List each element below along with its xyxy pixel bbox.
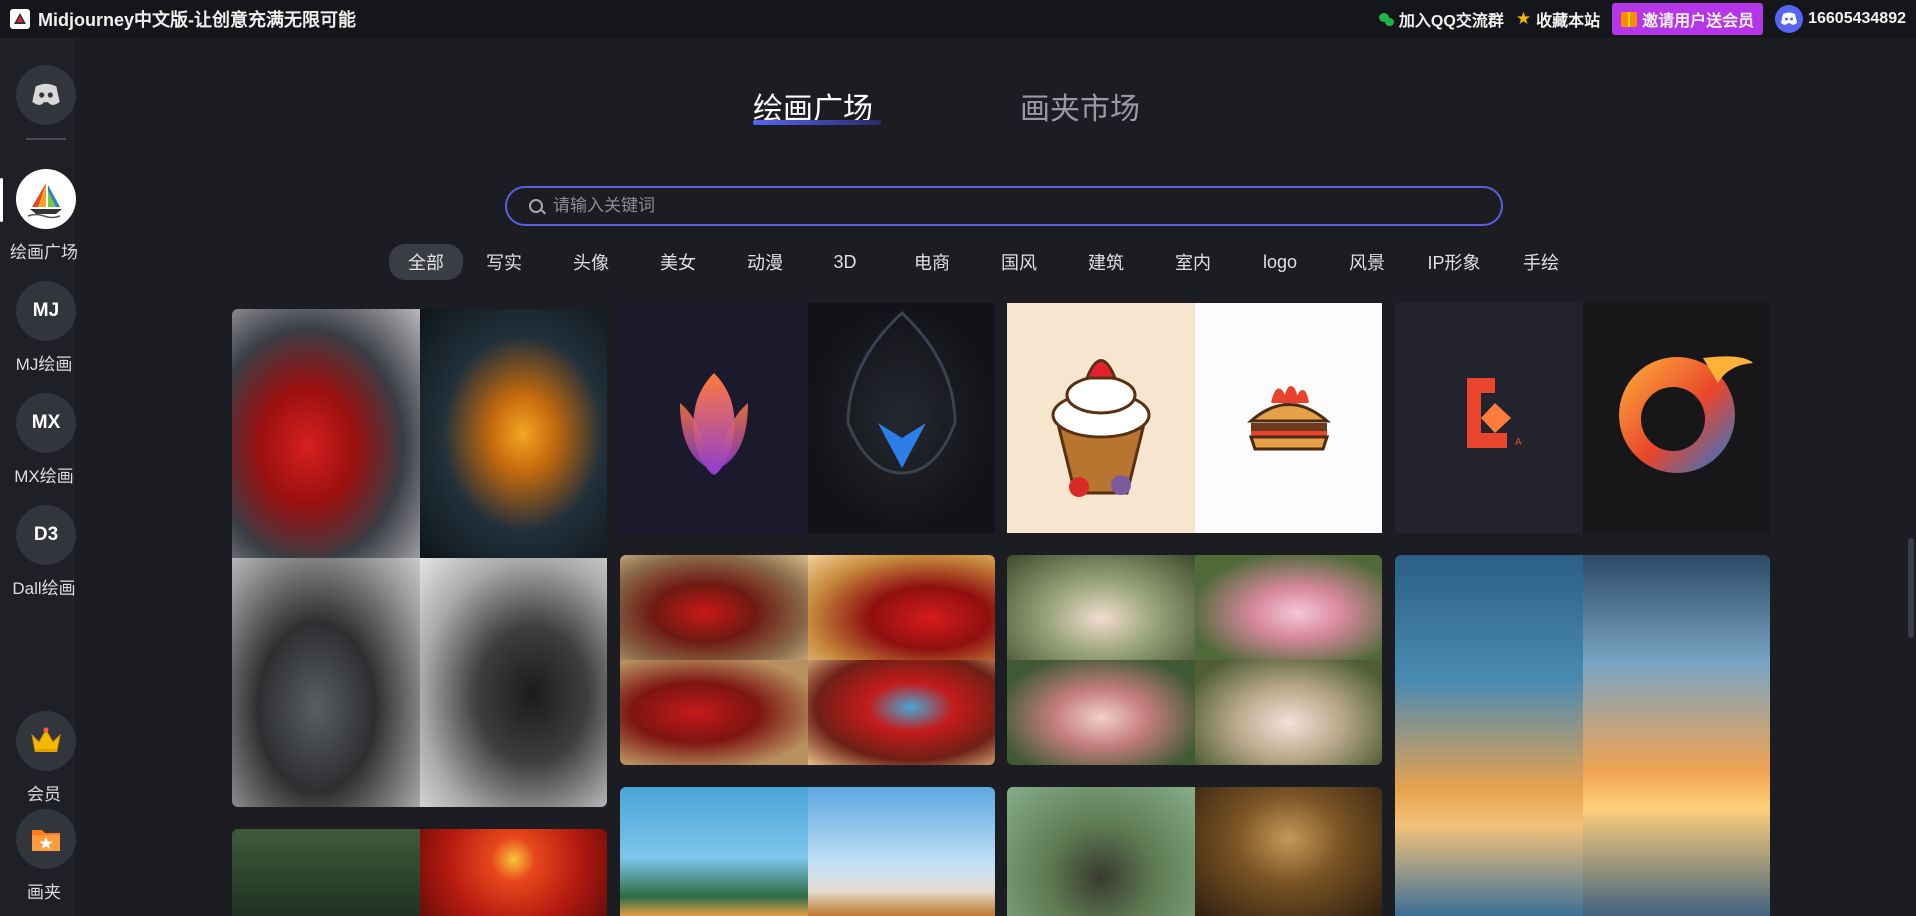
- crown-icon: [31, 727, 61, 752]
- invite-button[interactable]: 邀请用户送会员: [1612, 3, 1764, 35]
- qq-group-link[interactable]: 加入QQ交流群: [1378, 7, 1504, 31]
- gallery-card[interactable]: [1007, 555, 1382, 765]
- red-car-street-image: [808, 660, 995, 765]
- gallery-card[interactable]: [620, 787, 995, 916]
- pink-dress-image: [1195, 555, 1382, 660]
- red-car-street-image: [620, 555, 808, 660]
- star-icon: ★: [1515, 9, 1532, 28]
- burger-logo-image: [1195, 303, 1382, 533]
- sunset-image: [420, 829, 607, 916]
- sidebar-item-mj-label: MJ绘画: [15, 355, 73, 374]
- temple-ceiling-image: [1195, 787, 1382, 916]
- sidebar-item-folder[interactable]: [16, 809, 76, 869]
- sidebar-item-mj[interactable]: MJ: [16, 281, 76, 341]
- category-avatar[interactable]: 头像: [563, 244, 619, 280]
- category-anime[interactable]: 动漫: [737, 244, 793, 280]
- user-id: 16605434892: [1808, 10, 1906, 27]
- category-scenery[interactable]: 风景: [1339, 244, 1395, 280]
- orange-car-image: [420, 309, 607, 558]
- invite-label: 邀请用户送会员: [1642, 13, 1755, 30]
- category-ip[interactable]: IP形象: [1418, 244, 1490, 280]
- app-logo-icon: [10, 9, 30, 29]
- category-guofeng[interactable]: 国风: [991, 244, 1047, 280]
- top-bar: Midjourney中文版-让创意充满无限可能 加入QQ交流群 ★ 收藏本站 邀…: [0, 0, 1916, 38]
- gallery-card[interactable]: [232, 309, 607, 807]
- mj-icon: MJ: [32, 300, 60, 321]
- swirl-logo-image: [1583, 303, 1770, 533]
- pink-dress-image: [1007, 555, 1195, 660]
- scrollbar[interactable]: [1908, 538, 1914, 638]
- svg-text:A: A: [1515, 437, 1522, 448]
- category-architecture[interactable]: 建筑: [1078, 244, 1134, 280]
- red-car-image: [232, 309, 420, 558]
- red-car-street-image: [620, 660, 808, 765]
- gallery-card[interactable]: [1007, 303, 1382, 533]
- category-ecommerce[interactable]: 电商: [904, 244, 960, 280]
- sidebar: 绘画广场 MJ MJ绘画 MX MX绘画 D3 Dall绘画 会员 画夹: [0, 38, 78, 916]
- red-car-street-image: [808, 555, 995, 660]
- sidebar-item-plaza[interactable]: [16, 169, 76, 229]
- bookmark-label: 收藏本站: [1536, 13, 1601, 30]
- silver-car-image: [232, 558, 420, 807]
- category-logo[interactable]: logo: [1252, 247, 1308, 278]
- wechat-icon: [1378, 12, 1394, 26]
- sailboat-logo-icon: [27, 183, 62, 219]
- category-handdrawn[interactable]: 手绘: [1513, 244, 1569, 280]
- category-all[interactable]: 全部: [389, 244, 463, 280]
- wing-logo-image: [808, 303, 995, 533]
- gallery-card[interactable]: [1007, 787, 1382, 916]
- sidebar-item-dall-label: Dall绘画: [12, 579, 76, 598]
- category-beauty[interactable]: 美女: [650, 244, 706, 280]
- jungle-temple-image: [1007, 787, 1195, 916]
- gallery-card[interactable]: A: [1395, 303, 1770, 533]
- modern-building-image: [808, 787, 995, 916]
- category-realistic[interactable]: 写实: [476, 244, 532, 280]
- black-car-image: [420, 558, 607, 807]
- search-bar[interactable]: [505, 186, 1503, 226]
- cupcake-logo-image: [1007, 303, 1195, 533]
- sidebar-divider: [26, 138, 66, 140]
- lake-image: [232, 829, 420, 916]
- bookmark-link[interactable]: ★ 收藏本站: [1516, 7, 1600, 31]
- pink-dress-image: [1007, 660, 1195, 765]
- tab-market[interactable]: 画夹市场: [1020, 84, 1140, 128]
- search-input[interactable]: [553, 196, 1453, 216]
- sidebar-item-vip[interactable]: [16, 711, 76, 771]
- qq-group-label: 加入QQ交流群: [1398, 13, 1504, 30]
- top-actions: 加入QQ交流群 ★ 收藏本站 邀请用户送会员 16605434892: [1378, 3, 1906, 35]
- sidebar-item-mx-label: MX绘画: [14, 467, 74, 486]
- tropical-palm-image: [620, 787, 808, 916]
- user-account[interactable]: 16605434892: [1775, 5, 1906, 33]
- gallery-card[interactable]: [1395, 555, 1770, 916]
- discord-icon: [1775, 5, 1804, 33]
- airport-terminal-image: [1583, 555, 1770, 916]
- airport-terminal-image: [1395, 555, 1583, 916]
- gallery-card[interactable]: [620, 303, 995, 533]
- app-title-group[interactable]: Midjourney中文版-让创意充满无限可能: [10, 6, 356, 32]
- d3-icon: D3: [33, 524, 59, 545]
- sidebar-item-dall[interactable]: D3: [16, 505, 76, 565]
- mx-icon: MX: [31, 412, 61, 433]
- sidebar-item-plaza-label: 绘画广场: [10, 243, 78, 262]
- sidebar-item-mx[interactable]: MX: [16, 393, 76, 453]
- category-interior[interactable]: 室内: [1165, 244, 1221, 280]
- flame-logo-image: [620, 303, 808, 533]
- category-3d[interactable]: 3D: [824, 247, 866, 278]
- letter-logo-image: A: [1395, 303, 1583, 533]
- gallery-card[interactable]: [232, 829, 607, 916]
- discord-home-button[interactable]: [16, 65, 76, 125]
- category-chips: 全部 写实 头像 美女 动漫 3D 电商 国风 建筑 室内 logo 风景 IP…: [389, 244, 1569, 280]
- sidebar-item-folder-label: 画夹: [27, 883, 61, 902]
- active-indicator: [0, 178, 3, 222]
- sidebar-item-vip-label: 会员: [27, 785, 61, 804]
- search-icon: [529, 199, 543, 213]
- gallery-card[interactable]: [620, 555, 995, 765]
- pink-dress-image: [1195, 660, 1382, 765]
- app-title: Midjourney中文版-让创意充满无限可能: [38, 10, 356, 30]
- folder-star-icon: [32, 830, 60, 851]
- gift-icon: [1621, 11, 1638, 27]
- discord-icon: [32, 83, 60, 105]
- tab-active-underline: [753, 120, 881, 125]
